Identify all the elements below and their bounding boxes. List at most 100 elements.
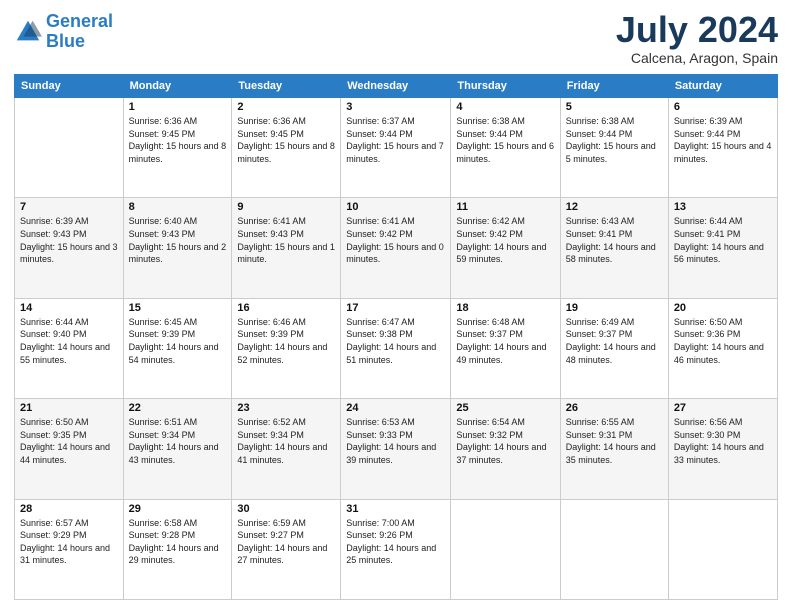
header-monday: Monday xyxy=(123,75,232,98)
table-cell: 28 Sunrise: 6:57 AMSunset: 9:29 PMDayligh… xyxy=(15,499,124,599)
day-number: 30 xyxy=(237,503,335,515)
page: General Blue July 2024 Calcena, Aragon, … xyxy=(0,0,792,612)
day-info: Sunrise: 6:54 AMSunset: 9:32 PMDaylight:… xyxy=(456,416,554,466)
calendar-week-row: 7 Sunrise: 6:39 AMSunset: 9:43 PMDaylight… xyxy=(15,198,778,298)
day-number: 16 xyxy=(237,302,335,314)
table-cell: 27 Sunrise: 6:56 AMSunset: 9:30 PMDayligh… xyxy=(668,399,777,499)
day-info: Sunrise: 6:38 AMSunset: 9:44 PMDaylight:… xyxy=(456,115,554,165)
day-number: 8 xyxy=(129,201,227,213)
day-info: Sunrise: 6:43 AMSunset: 9:41 PMDaylight:… xyxy=(566,215,663,265)
day-info: Sunrise: 6:37 AMSunset: 9:44 PMDaylight:… xyxy=(346,115,445,165)
table-cell: 29 Sunrise: 6:58 AMSunset: 9:28 PMDayligh… xyxy=(123,499,232,599)
table-cell xyxy=(560,499,668,599)
day-number: 25 xyxy=(456,402,554,414)
table-cell xyxy=(15,98,124,198)
day-info: Sunrise: 6:39 AMSunset: 9:43 PMDaylight:… xyxy=(20,215,118,265)
day-info: Sunrise: 6:57 AMSunset: 9:29 PMDaylight:… xyxy=(20,517,118,567)
header-friday: Friday xyxy=(560,75,668,98)
day-number: 6 xyxy=(674,101,772,113)
day-info: Sunrise: 6:55 AMSunset: 9:31 PMDaylight:… xyxy=(566,416,663,466)
calendar-week-row: 14 Sunrise: 6:44 AMSunset: 9:40 PMDayligh… xyxy=(15,298,778,398)
calendar-week-row: 28 Sunrise: 6:57 AMSunset: 9:29 PMDayligh… xyxy=(15,499,778,599)
day-info: Sunrise: 6:48 AMSunset: 9:37 PMDaylight:… xyxy=(456,316,554,366)
table-cell: 8 Sunrise: 6:40 AMSunset: 9:43 PMDaylight… xyxy=(123,198,232,298)
table-cell: 19Sunrise: 6:49 AMSunset: 9:37 PMDayligh… xyxy=(560,298,668,398)
location: Calcena, Aragon, Spain xyxy=(616,50,778,66)
day-number: 5 xyxy=(566,101,663,113)
day-info: Sunrise: 6:45 AMSunset: 9:39 PMDaylight:… xyxy=(129,316,227,366)
table-cell: 23 Sunrise: 6:52 AMSunset: 9:34 PMDayligh… xyxy=(232,399,341,499)
day-info: Sunrise: 6:41 AMSunset: 9:42 PMDaylight:… xyxy=(346,215,445,265)
header-wednesday: Wednesday xyxy=(341,75,451,98)
table-cell: 12 Sunrise: 6:43 AMSunset: 9:41 PMDayligh… xyxy=(560,198,668,298)
day-info: Sunrise: 6:42 AMSunset: 9:42 PMDaylight:… xyxy=(456,215,554,265)
table-cell xyxy=(451,499,560,599)
table-cell: 13Sunrise: 6:44 AMSunset: 9:41 PMDayligh… xyxy=(668,198,777,298)
calendar-week-row: 1 Sunrise: 6:36 AMSunset: 9:45 PMDaylight… xyxy=(15,98,778,198)
table-cell: 21Sunrise: 6:50 AMSunset: 9:35 PMDayligh… xyxy=(15,399,124,499)
logo-text: General Blue xyxy=(46,12,113,52)
table-cell: 10 Sunrise: 6:41 AMSunset: 9:42 PMDayligh… xyxy=(341,198,451,298)
table-cell: 25 Sunrise: 6:54 AMSunset: 9:32 PMDayligh… xyxy=(451,399,560,499)
calendar-header-row: Sunday Monday Tuesday Wednesday Thursday… xyxy=(15,75,778,98)
day-info: Sunrise: 6:51 AMSunset: 9:34 PMDaylight:… xyxy=(129,416,227,466)
day-number: 20 xyxy=(674,302,772,314)
day-info: Sunrise: 7:00 AMSunset: 9:26 PMDaylight:… xyxy=(346,517,445,567)
table-cell: 16 Sunrise: 6:46 AMSunset: 9:39 PMDayligh… xyxy=(232,298,341,398)
table-cell: 11Sunrise: 6:42 AMSunset: 9:42 PMDayligh… xyxy=(451,198,560,298)
day-number: 28 xyxy=(20,503,118,515)
day-number: 7 xyxy=(20,201,118,213)
day-number: 18 xyxy=(456,302,554,314)
table-cell: 5 Sunrise: 6:38 AMSunset: 9:44 PMDaylight… xyxy=(560,98,668,198)
day-number: 4 xyxy=(456,101,554,113)
day-number: 15 xyxy=(129,302,227,314)
day-info: Sunrise: 6:58 AMSunset: 9:28 PMDaylight:… xyxy=(129,517,227,567)
day-number: 27 xyxy=(674,402,772,414)
day-number: 2 xyxy=(237,101,335,113)
table-cell: 31 Sunrise: 7:00 AMSunset: 9:26 PMDayligh… xyxy=(341,499,451,599)
calendar-table: Sunday Monday Tuesday Wednesday Thursday… xyxy=(14,74,778,600)
day-number: 10 xyxy=(346,201,445,213)
logo-icon xyxy=(14,18,42,46)
day-number: 24 xyxy=(346,402,445,414)
day-info: Sunrise: 6:59 AMSunset: 9:27 PMDaylight:… xyxy=(237,517,335,567)
day-info: Sunrise: 6:56 AMSunset: 9:30 PMDaylight:… xyxy=(674,416,772,466)
table-cell: 1Sunrise: 6:36 AMSunset: 9:45 PMDaylight… xyxy=(123,98,232,198)
day-number: 1 xyxy=(129,101,227,113)
day-info: Sunrise: 6:40 AMSunset: 9:43 PMDaylight:… xyxy=(129,215,227,265)
header-tuesday: Tuesday xyxy=(232,75,341,98)
day-number: 19 xyxy=(566,302,663,314)
day-number: 17 xyxy=(346,302,445,314)
day-info: Sunrise: 6:36 AMSunset: 9:45 PMDaylight:… xyxy=(237,115,335,165)
table-cell: 24Sunrise: 6:53 AMSunset: 9:33 PMDayligh… xyxy=(341,399,451,499)
table-cell: 22Sunrise: 6:51 AMSunset: 9:34 PMDayligh… xyxy=(123,399,232,499)
day-info: Sunrise: 6:44 AMSunset: 9:41 PMDaylight:… xyxy=(674,215,772,265)
day-number: 26 xyxy=(566,402,663,414)
day-number: 23 xyxy=(237,402,335,414)
table-cell: 17Sunrise: 6:47 AMSunset: 9:38 PMDayligh… xyxy=(341,298,451,398)
month-title: July 2024 xyxy=(616,12,778,48)
logo: General Blue xyxy=(14,12,113,52)
day-info: Sunrise: 6:44 AMSunset: 9:40 PMDaylight:… xyxy=(20,316,118,366)
table-cell: 3 Sunrise: 6:37 AMSunset: 9:44 PMDaylight… xyxy=(341,98,451,198)
day-info: Sunrise: 6:50 AMSunset: 9:36 PMDaylight:… xyxy=(674,316,772,366)
day-info: Sunrise: 6:50 AMSunset: 9:35 PMDaylight:… xyxy=(20,416,118,466)
table-cell: 7 Sunrise: 6:39 AMSunset: 9:43 PMDaylight… xyxy=(15,198,124,298)
table-cell: 18 Sunrise: 6:48 AMSunset: 9:37 PMDayligh… xyxy=(451,298,560,398)
table-cell: 6Sunrise: 6:39 AMSunset: 9:44 PMDaylight… xyxy=(668,98,777,198)
table-cell: 15 Sunrise: 6:45 AMSunset: 9:39 PMDayligh… xyxy=(123,298,232,398)
day-info: Sunrise: 6:38 AMSunset: 9:44 PMDaylight:… xyxy=(566,115,663,165)
table-cell: 30 Sunrise: 6:59 AMSunset: 9:27 PMDayligh… xyxy=(232,499,341,599)
logo-line1: General xyxy=(46,11,113,31)
day-number: 31 xyxy=(346,503,445,515)
day-number: 14 xyxy=(20,302,118,314)
day-info: Sunrise: 6:52 AMSunset: 9:34 PMDaylight:… xyxy=(237,416,335,466)
day-info: Sunrise: 6:46 AMSunset: 9:39 PMDaylight:… xyxy=(237,316,335,366)
table-cell: 9Sunrise: 6:41 AMSunset: 9:43 PMDaylight… xyxy=(232,198,341,298)
header-saturday: Saturday xyxy=(668,75,777,98)
table-cell: 26 Sunrise: 6:55 AMSunset: 9:31 PMDayligh… xyxy=(560,399,668,499)
day-number: 29 xyxy=(129,503,227,515)
day-number: 12 xyxy=(566,201,663,213)
header: General Blue July 2024 Calcena, Aragon, … xyxy=(14,12,778,66)
day-number: 3 xyxy=(346,101,445,113)
